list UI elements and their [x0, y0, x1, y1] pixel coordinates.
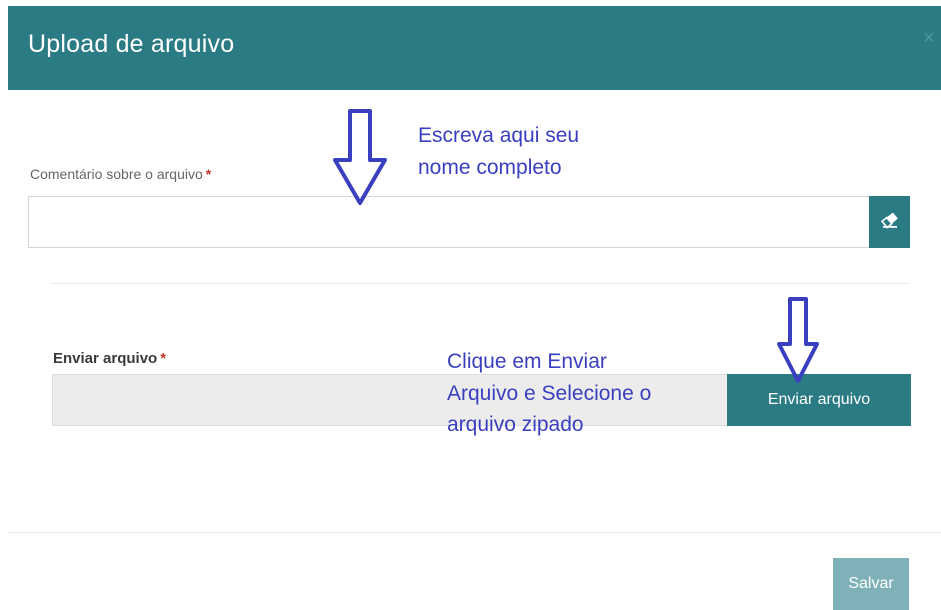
annotation-line: Clique em Enviar: [447, 350, 607, 373]
modal-title: Upload de arquivo: [28, 30, 235, 58]
down-arrow-icon: [777, 297, 819, 383]
down-arrow-icon: [333, 109, 387, 205]
annotation-line: Escreva aqui seu: [418, 124, 580, 147]
annotation-name-hint: Escreva aqui seu nome completo: [418, 120, 579, 183]
comment-label-text: Comentário sobre o arquivo: [30, 166, 203, 182]
close-button[interactable]: ×: [921, 28, 937, 48]
upload-label-text: Enviar arquivo: [53, 350, 158, 367]
annotation-line: nome completo: [418, 155, 562, 179]
annotation-line: Arquivo e Selecione o: [447, 381, 652, 405]
modal-header: Upload de arquivo ×: [8, 6, 941, 90]
comment-label: Comentário sobre o arquivo *: [30, 166, 211, 182]
required-mark: *: [160, 350, 167, 367]
annotation-upload-hint: Clique em Enviar Arquivo e Selecione o a…: [447, 346, 651, 441]
annotation-line: arquivo zipado: [447, 413, 584, 436]
comment-input[interactable]: [28, 196, 869, 248]
clear-comment-button[interactable]: [869, 196, 910, 248]
save-button[interactable]: Salvar: [833, 558, 909, 610]
section-divider: [52, 283, 910, 284]
upload-label: Enviar arquivo *: [53, 350, 166, 367]
upload-modal: Upload de arquivo × Comentário sobre o a…: [0, 0, 941, 610]
eraser-icon: [880, 211, 899, 234]
footer-divider: [8, 532, 941, 533]
required-mark: *: [205, 166, 212, 182]
